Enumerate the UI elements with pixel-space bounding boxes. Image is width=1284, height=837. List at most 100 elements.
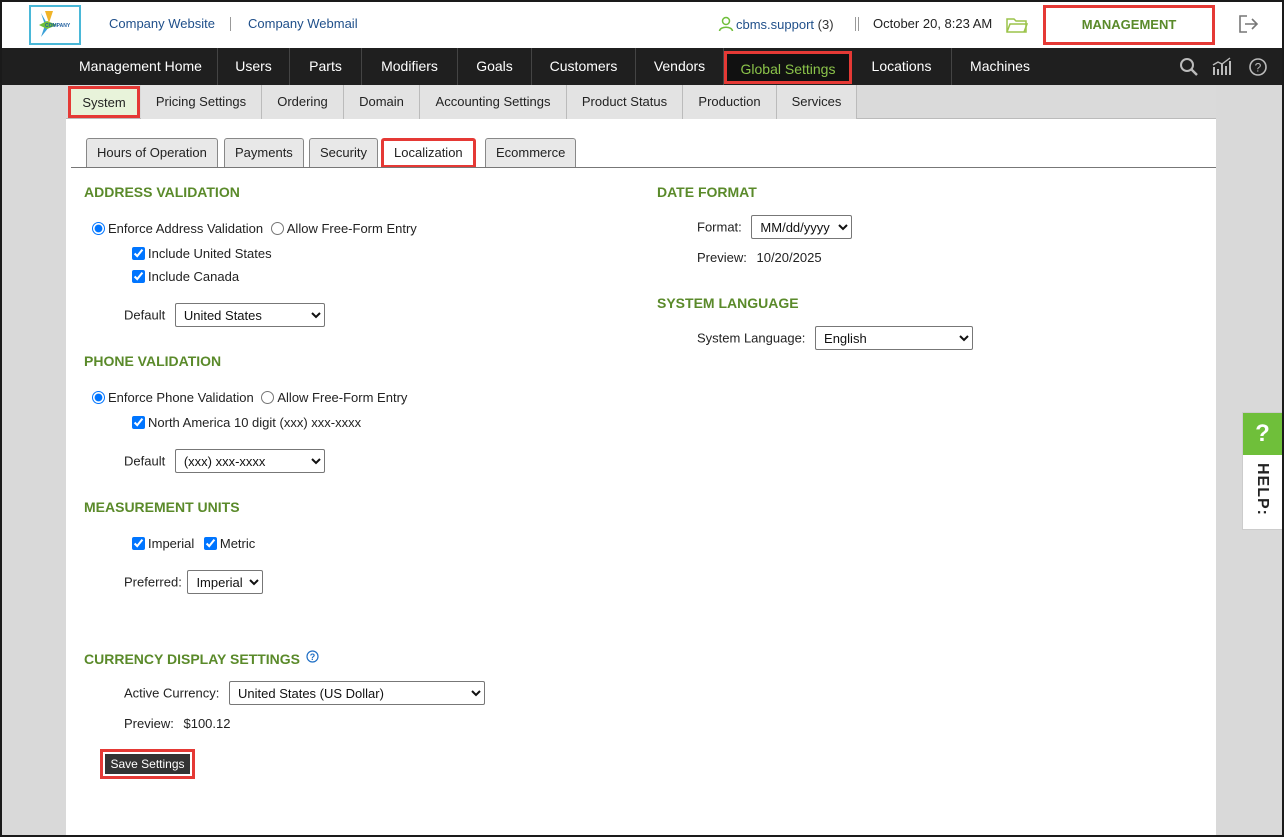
active-currency-select[interactable]: United States (US Dollar): [229, 681, 485, 705]
include-canada-label: Include Canada: [148, 269, 240, 284]
active-currency-label: Active Currency:: [124, 685, 220, 701]
enforce-address-option[interactable]: Enforce Address Validation: [92, 221, 263, 236]
save-button-highlight: Save Settings: [100, 749, 195, 779]
tab-payments[interactable]: Payments: [224, 138, 304, 168]
tab-security[interactable]: Security: [309, 138, 378, 168]
include-canada-option[interactable]: Include Canada: [132, 269, 239, 284]
phone-validation-mode: Enforce Phone Validation Allow Free-Form…: [92, 390, 407, 405]
enforce-address-radio[interactable]: [92, 222, 105, 235]
tab-localization[interactable]: Localization: [381, 138, 476, 168]
imperial-option[interactable]: Imperial: [132, 536, 194, 551]
preferred-unit-label: Preferred:: [124, 574, 182, 590]
enforce-address-label: Enforce Address Validation: [108, 221, 264, 236]
nav-vendors[interactable]: Vendors: [636, 48, 724, 85]
search-icon[interactable]: [1179, 57, 1199, 80]
address-default-row: Default United States: [124, 303, 325, 327]
subnav-accounting-settings[interactable]: Accounting Settings: [420, 85, 567, 119]
svg-text:?: ?: [310, 652, 316, 662]
currency-settings-label: CURRENCY DISPLAY SETTINGS: [84, 651, 301, 667]
company-webmail-link[interactable]: Company Webmail: [248, 16, 358, 31]
nav-management-home[interactable]: Management Home: [64, 48, 218, 85]
preferred-unit-row: Preferred: Imperial: [124, 570, 264, 594]
include-canada-checkbox[interactable]: [132, 270, 145, 283]
address-default-label: Default: [124, 307, 166, 323]
subnav-ordering[interactable]: Ordering: [262, 85, 344, 119]
nav-modifiers[interactable]: Modifiers: [362, 48, 458, 85]
phone-validation-title: PHONE VALIDATION: [84, 353, 222, 369]
app-window: COMPANY Company Website Company Webmail …: [0, 0, 1284, 837]
logout-icon[interactable]: [1238, 14, 1260, 37]
help-tab[interactable]: ? HELP:: [1242, 412, 1282, 530]
include-us-option[interactable]: Include United States: [132, 246, 272, 261]
date-format-label: Format:: [697, 219, 742, 235]
currency-settings-title: CURRENCY DISPLAY SETTINGS ?: [84, 650, 319, 667]
subnav-domain[interactable]: Domain: [344, 85, 420, 119]
folder-icon[interactable]: [1006, 16, 1029, 37]
company-website-link[interactable]: Company Website: [109, 16, 215, 31]
user-name: cbms.support: [736, 17, 815, 32]
nav-goals[interactable]: Goals: [458, 48, 532, 85]
enforce-phone-radio[interactable]: [92, 391, 105, 404]
phone-default-row: Default (xxx) xxx-xxxx: [124, 449, 325, 473]
system-language-label: System Language:: [697, 330, 806, 346]
na-phone-label: North America 10 digit (xxx) xxx-xxxx: [148, 415, 362, 430]
include-us-label: Include United States: [148, 246, 272, 261]
na-phone-option[interactable]: North America 10 digit (xxx) xxx-xxxx: [132, 415, 361, 430]
main-navigation: Management Home Users Parts Modifiers Go…: [2, 48, 1282, 85]
subnav-pricing-settings[interactable]: Pricing Settings: [141, 85, 262, 119]
preferred-unit-select[interactable]: Imperial: [187, 570, 264, 594]
date-preview-label: Preview:: [697, 250, 747, 265]
user-menu[interactable]: cbms.support (3): [718, 16, 834, 32]
date-preview-value: 10/20/2025: [756, 250, 822, 265]
nav-users[interactable]: Users: [218, 48, 290, 85]
address-default-select[interactable]: United States: [174, 303, 325, 327]
date-format-select[interactable]: MM/dd/yyyy: [751, 215, 853, 239]
tab-hours-of-operation[interactable]: Hours of Operation: [86, 138, 218, 168]
help-label: HELP:: [1254, 463, 1271, 516]
question-icon: ?: [1243, 413, 1282, 455]
freeform-phone-label: Allow Free-Form Entry: [277, 390, 408, 405]
management-button[interactable]: MANAGEMENT: [1043, 5, 1215, 45]
freeform-address-label: Allow Free-Form Entry: [286, 221, 417, 236]
measurement-units-options: Imperial Metric: [132, 536, 255, 551]
help-circle-icon[interactable]: ?: [1248, 57, 1268, 80]
nav-customers[interactable]: Customers: [532, 48, 636, 85]
freeform-phone-radio[interactable]: [261, 391, 275, 404]
date-format-row: Format: MM/dd/yyyy: [697, 215, 853, 239]
phone-default-select[interactable]: (xxx) xxx-xxxx: [174, 449, 325, 473]
nav-locations[interactable]: Locations: [852, 48, 952, 85]
tab-ecommerce[interactable]: Ecommerce: [485, 138, 577, 168]
metric-checkbox[interactable]: [203, 537, 217, 550]
currency-preview-value: $100.12: [183, 716, 231, 731]
subnav-services[interactable]: Services: [777, 85, 857, 119]
tab-divider: [71, 167, 1216, 168]
nav-parts[interactable]: Parts: [290, 48, 362, 85]
nav-machines[interactable]: Machines: [952, 48, 1048, 85]
info-icon[interactable]: ?: [306, 650, 319, 666]
svg-text:?: ?: [1255, 61, 1262, 75]
company-logo[interactable]: COMPANY: [29, 5, 81, 45]
divider: [855, 17, 859, 31]
user-count: (3): [817, 17, 834, 32]
metric-option[interactable]: Metric: [203, 536, 255, 551]
system-language-select[interactable]: English: [815, 326, 974, 350]
enforce-phone-option[interactable]: Enforce Phone Validation: [92, 390, 254, 405]
freeform-phone-option[interactable]: Allow Free-Form Entry: [261, 390, 407, 405]
subnav-production[interactable]: Production: [683, 85, 777, 119]
na-phone-checkbox[interactable]: [132, 416, 145, 429]
user-icon: [718, 16, 734, 32]
top-header: COMPANY Company Website Company Webmail …: [2, 2, 1282, 48]
date-format-title: DATE FORMAT: [657, 184, 757, 200]
logo-text: COMPANY: [45, 23, 71, 29]
save-settings-button[interactable]: Save Settings: [105, 754, 190, 774]
nav-tools: ?: [1169, 57, 1268, 80]
nav-global-settings[interactable]: Global Settings: [724, 51, 852, 84]
currency-preview-row: Preview: $100.12: [124, 716, 230, 731]
imperial-checkbox[interactable]: [132, 537, 145, 550]
include-us-checkbox[interactable]: [132, 247, 145, 260]
analytics-icon[interactable]: [1212, 57, 1234, 80]
subnav-system[interactable]: System: [68, 86, 140, 118]
subnav-product-status[interactable]: Product Status: [567, 85, 683, 119]
freeform-address-option[interactable]: Allow Free-Form Entry: [270, 221, 417, 236]
freeform-address-radio[interactable]: [270, 222, 284, 235]
